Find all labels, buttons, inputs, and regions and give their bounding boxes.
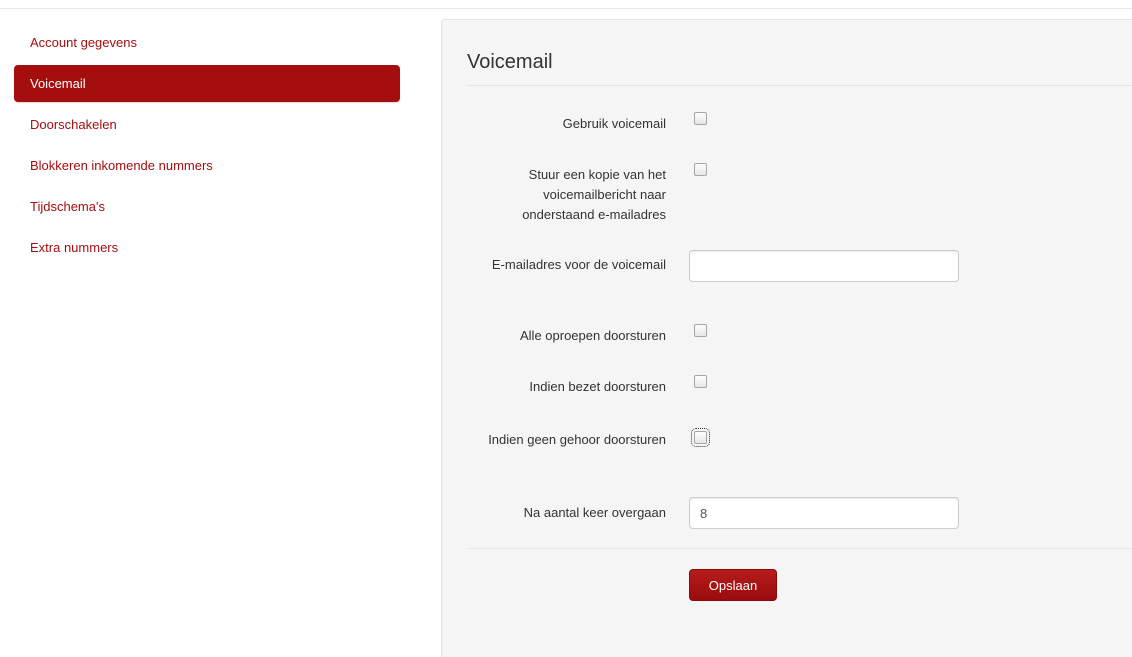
top-divider: [0, 8, 1132, 9]
ring-count-field[interactable]: [689, 497, 959, 529]
forward-all-label: Alle oproepen doorsturen: [520, 328, 666, 343]
use-voicemail-label: Gebruik voicemail: [562, 116, 666, 131]
forward-all-checkbox[interactable]: [694, 324, 707, 337]
actions-divider: [467, 548, 1132, 549]
forward-no-answer-label: Indien geen gehoor doorsturen: [488, 432, 666, 447]
sidebar-item-doorschakelen[interactable]: Doorschakelen: [14, 106, 400, 143]
ring-count-label: Na aantal keer overgaan: [523, 505, 666, 520]
send-copy-checkbox[interactable]: [694, 163, 707, 176]
sidebar-item-extra-nummers[interactable]: Extra nummers: [14, 229, 400, 266]
sidebar-item-voicemail[interactable]: Voicemail: [14, 65, 400, 102]
sidebar-nav: Account gegevens Voicemail Doorschakelen…: [14, 24, 400, 270]
send-copy-label: Stuur een kopie van het voicemailbericht…: [522, 167, 666, 222]
use-voicemail-checkbox[interactable]: [694, 112, 707, 125]
page: Account gegevens Voicemail Doorschakelen…: [0, 0, 1132, 657]
save-button[interactable]: Opslaan: [689, 569, 777, 601]
forward-no-answer-checkbox[interactable]: [691, 428, 710, 447]
forward-busy-checkbox[interactable]: [694, 375, 707, 388]
forward-busy-label: Indien bezet doorsturen: [529, 379, 666, 394]
email-label: E-mailadres voor de voicemail: [491, 257, 666, 272]
title-divider: [467, 85, 1132, 86]
voicemail-panel: Voicemail Gebruik voicemail Stuur een ko…: [441, 19, 1132, 657]
page-title: Voicemail: [467, 51, 553, 73]
sidebar-item-blokkeren-inkomende-nummers[interactable]: Blokkeren inkomende nummers: [14, 147, 400, 184]
sidebar-item-tijdschemas[interactable]: Tijdschema's: [14, 188, 400, 225]
email-field[interactable]: [689, 250, 959, 282]
sidebar-item-account-gegevens[interactable]: Account gegevens: [14, 24, 400, 61]
